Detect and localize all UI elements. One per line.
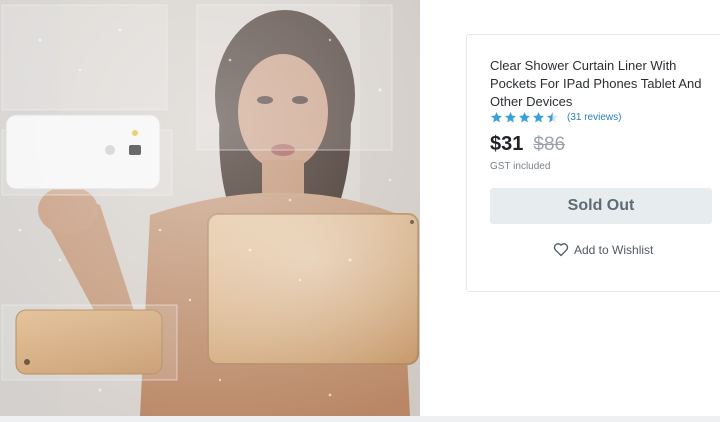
- star-icon: [547, 111, 558, 122]
- star-icon: [533, 111, 544, 122]
- star-icon: [491, 111, 502, 122]
- price-row: $31 $86: [490, 133, 565, 156]
- product-image[interactable]: [0, 0, 420, 416]
- tax-note: GST included: [490, 161, 551, 172]
- product-photo: [0, 0, 420, 416]
- add-to-wishlist-button[interactable]: Add to Wishlist: [553, 242, 653, 257]
- current-price: $31: [490, 133, 524, 155]
- original-price: $86: [533, 134, 566, 155]
- rating-row: (31 reviews): [490, 109, 621, 125]
- star-icon: [519, 111, 530, 122]
- star-icon: [505, 111, 516, 122]
- rating-stars: [490, 111, 559, 124]
- reviews-link[interactable]: (31 reviews): [567, 112, 621, 123]
- page-bottom-strip: [0, 416, 720, 422]
- product-info-card: Clear Shower Curtain Liner With Pockets …: [466, 34, 720, 292]
- heart-outline-icon: [553, 243, 569, 257]
- product-title: Clear Shower Curtain Liner With Pockets …: [490, 58, 702, 109]
- sold-out-button[interactable]: Sold Out: [490, 188, 712, 224]
- wishlist-label: Add to Wishlist: [574, 242, 654, 257]
